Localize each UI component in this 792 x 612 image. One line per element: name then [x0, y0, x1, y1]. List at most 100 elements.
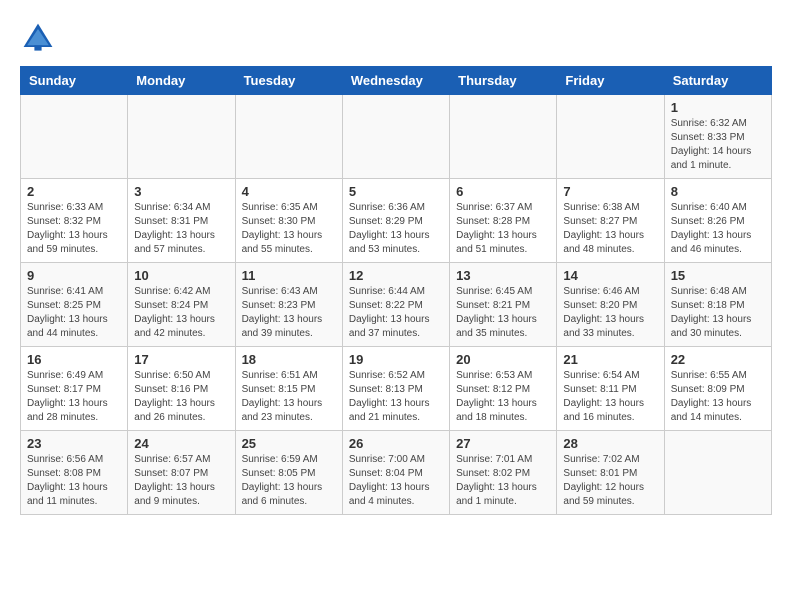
logo	[20, 20, 60, 56]
day-info: Sunrise: 6:40 AMSunset: 8:26 PMDaylight:…	[671, 201, 765, 257]
day-number: 16	[27, 352, 121, 367]
header-row: Sunday Monday Tuesday Wednesday Thursday…	[21, 67, 772, 95]
day-number: 27	[456, 436, 550, 451]
day-info: Sunrise: 6:33 AMSunset: 8:32 PMDaylight:…	[27, 201, 121, 257]
calendar-cell: 18 Sunrise: 6:51 AMSunset: 8:15 PMDayligh…	[235, 347, 342, 431]
day-info: Sunrise: 6:36 AMSunset: 8:29 PMDaylight:…	[349, 201, 443, 257]
calendar-cell: 21Sunrise: 6:54 AMSunset: 8:11 PMDayligh…	[557, 347, 664, 431]
day-number: 26	[349, 436, 443, 451]
calendar-cell: 26Sunrise: 7:00 AMSunset: 8:04 PMDayligh…	[342, 431, 449, 515]
calendar-cell: 28 Sunrise: 7:02 AMSunset: 8:01 PMDayligh…	[557, 431, 664, 515]
day-info: Sunrise: 6:55 AMSunset: 8:09 PMDaylight:…	[671, 369, 765, 425]
col-friday: Friday	[557, 67, 664, 95]
calendar-cell: 22 Sunrise: 6:55 AMSunset: 8:09 PMDayligh…	[664, 347, 771, 431]
day-number: 7	[563, 184, 657, 199]
day-info: Sunrise: 6:45 AMSunset: 8:21 PMDaylight:…	[456, 285, 550, 341]
calendar-cell: 25 Sunrise: 6:59 AMSunset: 8:05 PMDayligh…	[235, 431, 342, 515]
day-number: 2	[27, 184, 121, 199]
week-row-5: 23 Sunrise: 6:56 AMSunset: 8:08 PMDayligh…	[21, 431, 772, 515]
calendar-cell: 17 Sunrise: 6:50 AMSunset: 8:16 PMDayligh…	[128, 347, 235, 431]
day-info: Sunrise: 6:41 AMSunset: 8:25 PMDaylight:…	[27, 285, 121, 341]
col-wednesday: Wednesday	[342, 67, 449, 95]
calendar-cell: 20 Sunrise: 6:53 AMSunset: 8:12 PMDayligh…	[450, 347, 557, 431]
day-info: Sunrise: 6:53 AMSunset: 8:12 PMDaylight:…	[456, 369, 550, 425]
calendar-cell: 24Sunrise: 6:57 AMSunset: 8:07 PMDayligh…	[128, 431, 235, 515]
day-number: 20	[456, 352, 550, 367]
day-number: 11	[242, 268, 336, 283]
calendar-cell: 15Sunrise: 6:48 AMSunset: 8:18 PMDayligh…	[664, 263, 771, 347]
page-header	[20, 20, 772, 56]
day-number: 23	[27, 436, 121, 451]
day-info: Sunrise: 6:32 AMSunset: 8:33 PMDaylight:…	[671, 117, 765, 173]
day-number: 14	[563, 268, 657, 283]
week-row-4: 16 Sunrise: 6:49 AMSunset: 8:17 PMDayligh…	[21, 347, 772, 431]
week-row-1: 1 Sunrise: 6:32 AMSunset: 8:33 PMDaylight…	[21, 95, 772, 179]
calendar-body: 1 Sunrise: 6:32 AMSunset: 8:33 PMDaylight…	[21, 95, 772, 515]
day-info: Sunrise: 6:43 AMSunset: 8:23 PMDaylight:…	[242, 285, 336, 341]
day-number: 12	[349, 268, 443, 283]
day-info: Sunrise: 6:57 AMSunset: 8:07 PMDaylight:…	[134, 453, 228, 509]
day-number: 3	[134, 184, 228, 199]
week-row-2: 2 Sunrise: 6:33 AMSunset: 8:32 PMDaylight…	[21, 179, 772, 263]
day-info: Sunrise: 6:35 AMSunset: 8:30 PMDaylight:…	[242, 201, 336, 257]
day-info: Sunrise: 6:37 AMSunset: 8:28 PMDaylight:…	[456, 201, 550, 257]
calendar-cell: 5 Sunrise: 6:36 AMSunset: 8:29 PMDaylight…	[342, 179, 449, 263]
calendar-header: Sunday Monday Tuesday Wednesday Thursday…	[21, 67, 772, 95]
day-info: Sunrise: 6:34 AMSunset: 8:31 PMDaylight:…	[134, 201, 228, 257]
day-info: Sunrise: 6:49 AMSunset: 8:17 PMDaylight:…	[27, 369, 121, 425]
day-number: 13	[456, 268, 550, 283]
calendar-cell: 16 Sunrise: 6:49 AMSunset: 8:17 PMDayligh…	[21, 347, 128, 431]
day-number: 4	[242, 184, 336, 199]
calendar-cell: 3 Sunrise: 6:34 AMSunset: 8:31 PMDaylight…	[128, 179, 235, 263]
day-number: 17	[134, 352, 228, 367]
calendar-cell: 6 Sunrise: 6:37 AMSunset: 8:28 PMDaylight…	[450, 179, 557, 263]
calendar-cell	[664, 431, 771, 515]
day-number: 18	[242, 352, 336, 367]
calendar-cell: 2 Sunrise: 6:33 AMSunset: 8:32 PMDaylight…	[21, 179, 128, 263]
day-info: Sunrise: 6:50 AMSunset: 8:16 PMDaylight:…	[134, 369, 228, 425]
day-info: Sunrise: 6:56 AMSunset: 8:08 PMDaylight:…	[27, 453, 121, 509]
day-number: 8	[671, 184, 765, 199]
calendar-cell: 10 Sunrise: 6:42 AMSunset: 8:24 PMDayligh…	[128, 263, 235, 347]
day-info: Sunrise: 7:01 AMSunset: 8:02 PMDaylight:…	[456, 453, 550, 509]
day-number: 25	[242, 436, 336, 451]
calendar-cell: 11 Sunrise: 6:43 AMSunset: 8:23 PMDayligh…	[235, 263, 342, 347]
calendar-cell: 19 Sunrise: 6:52 AMSunset: 8:13 PMDayligh…	[342, 347, 449, 431]
day-info: Sunrise: 6:44 AMSunset: 8:22 PMDaylight:…	[349, 285, 443, 341]
day-info: Sunrise: 6:59 AMSunset: 8:05 PMDaylight:…	[242, 453, 336, 509]
logo-icon	[20, 20, 56, 56]
calendar-cell: 23 Sunrise: 6:56 AMSunset: 8:08 PMDayligh…	[21, 431, 128, 515]
calendar-cell	[557, 95, 664, 179]
day-number: 28	[563, 436, 657, 451]
day-number: 6	[456, 184, 550, 199]
calendar-table: Sunday Monday Tuesday Wednesday Thursday…	[20, 66, 772, 515]
col-monday: Monday	[128, 67, 235, 95]
calendar-cell	[21, 95, 128, 179]
day-info: Sunrise: 6:54 AMSunset: 8:11 PMDaylight:…	[563, 369, 657, 425]
col-tuesday: Tuesday	[235, 67, 342, 95]
day-info: Sunrise: 6:42 AMSunset: 8:24 PMDaylight:…	[134, 285, 228, 341]
day-info: Sunrise: 6:48 AMSunset: 8:18 PMDaylight:…	[671, 285, 765, 341]
day-number: 10	[134, 268, 228, 283]
day-number: 5	[349, 184, 443, 199]
day-info: Sunrise: 6:51 AMSunset: 8:15 PMDaylight:…	[242, 369, 336, 425]
day-number: 9	[27, 268, 121, 283]
week-row-3: 9 Sunrise: 6:41 AMSunset: 8:25 PMDaylight…	[21, 263, 772, 347]
day-number: 19	[349, 352, 443, 367]
calendar-cell: 12 Sunrise: 6:44 AMSunset: 8:22 PMDayligh…	[342, 263, 449, 347]
col-sunday: Sunday	[21, 67, 128, 95]
col-saturday: Saturday	[664, 67, 771, 95]
calendar-cell	[342, 95, 449, 179]
day-number: 22	[671, 352, 765, 367]
calendar-cell: 13 Sunrise: 6:45 AMSunset: 8:21 PMDayligh…	[450, 263, 557, 347]
calendar-cell: 4 Sunrise: 6:35 AMSunset: 8:30 PMDaylight…	[235, 179, 342, 263]
calendar-cell: 27 Sunrise: 7:01 AMSunset: 8:02 PMDayligh…	[450, 431, 557, 515]
day-info: Sunrise: 6:52 AMSunset: 8:13 PMDaylight:…	[349, 369, 443, 425]
calendar-cell	[450, 95, 557, 179]
day-number: 1	[671, 100, 765, 115]
calendar-cell	[235, 95, 342, 179]
calendar-cell: 7Sunrise: 6:38 AMSunset: 8:27 PMDaylight…	[557, 179, 664, 263]
day-info: Sunrise: 7:02 AMSunset: 8:01 PMDaylight:…	[563, 453, 657, 509]
day-info: Sunrise: 6:46 AMSunset: 8:20 PMDaylight:…	[563, 285, 657, 341]
calendar-cell	[128, 95, 235, 179]
